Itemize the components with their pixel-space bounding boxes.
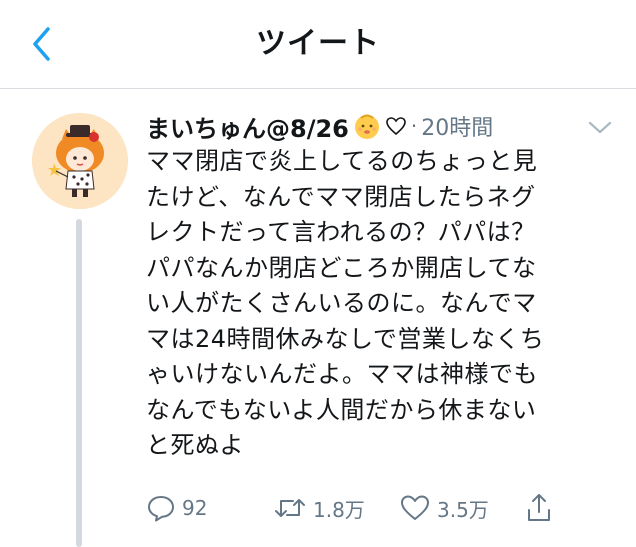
top-bar: ツイート xyxy=(0,0,636,89)
share-button[interactable] xyxy=(524,488,554,528)
tweet-meta: まいちゅん@8/26 · 20時間 xyxy=(146,108,493,144)
tweet-text-line: たけど、なんでママ閉店したらネグ xyxy=(146,182,536,211)
author-name[interactable]: まいちゅん@8/26 xyxy=(146,109,349,144)
retweet-icon xyxy=(275,499,305,517)
tweet-actions: 92 1.8万 3.5万 xyxy=(146,488,618,528)
tweet-text: ママ閉店で炎上してるのちょっと見 たけど、なんでママ閉店したらネグ レクトだって… xyxy=(146,144,618,464)
tweet-text-line: い人がたくさんいるのに。なんでマ xyxy=(146,289,537,317)
thread-line xyxy=(76,219,82,547)
chevron-down-icon[interactable] xyxy=(586,118,614,138)
retweet-count: 1.8万 xyxy=(313,497,365,522)
page-title: ツイート xyxy=(256,26,380,61)
reply-icon xyxy=(148,496,174,522)
tweet-text-line: ママ閉店で炎上してるのちょっと見 xyxy=(146,147,538,175)
avatar-illustration xyxy=(32,113,128,209)
tweet-text-line: パパなんか閉店どころか開店してな xyxy=(146,253,537,282)
like-button[interactable]: 3.5万 xyxy=(399,488,489,528)
meta-separator: · xyxy=(410,114,418,138)
like-count: 3.5万 xyxy=(437,497,489,522)
tweet-text-line: マは24時間休みなしで営業しなくち xyxy=(146,324,545,353)
avatar[interactable] xyxy=(32,113,128,209)
tweet-text-line: レクトだって言われるの？パパは？ xyxy=(146,218,536,246)
tweet-text-line: なんでもないよ人間だから休まない xyxy=(146,395,537,424)
tweet-text-line: と死ぬよ xyxy=(146,431,244,459)
tweet-text-line: ゃいけないんだよ。ママは神様でも xyxy=(146,360,538,388)
tweet-time[interactable]: 20時間 xyxy=(421,110,493,142)
heart-icon xyxy=(401,495,429,520)
white-heart-icon xyxy=(386,117,406,136)
retweet-button[interactable]: 1.8万 xyxy=(273,488,365,528)
reply-button[interactable]: 92 xyxy=(146,488,207,528)
baby-face-icon xyxy=(354,114,379,139)
reply-count: 92 xyxy=(182,496,208,520)
share-icon xyxy=(528,494,550,521)
